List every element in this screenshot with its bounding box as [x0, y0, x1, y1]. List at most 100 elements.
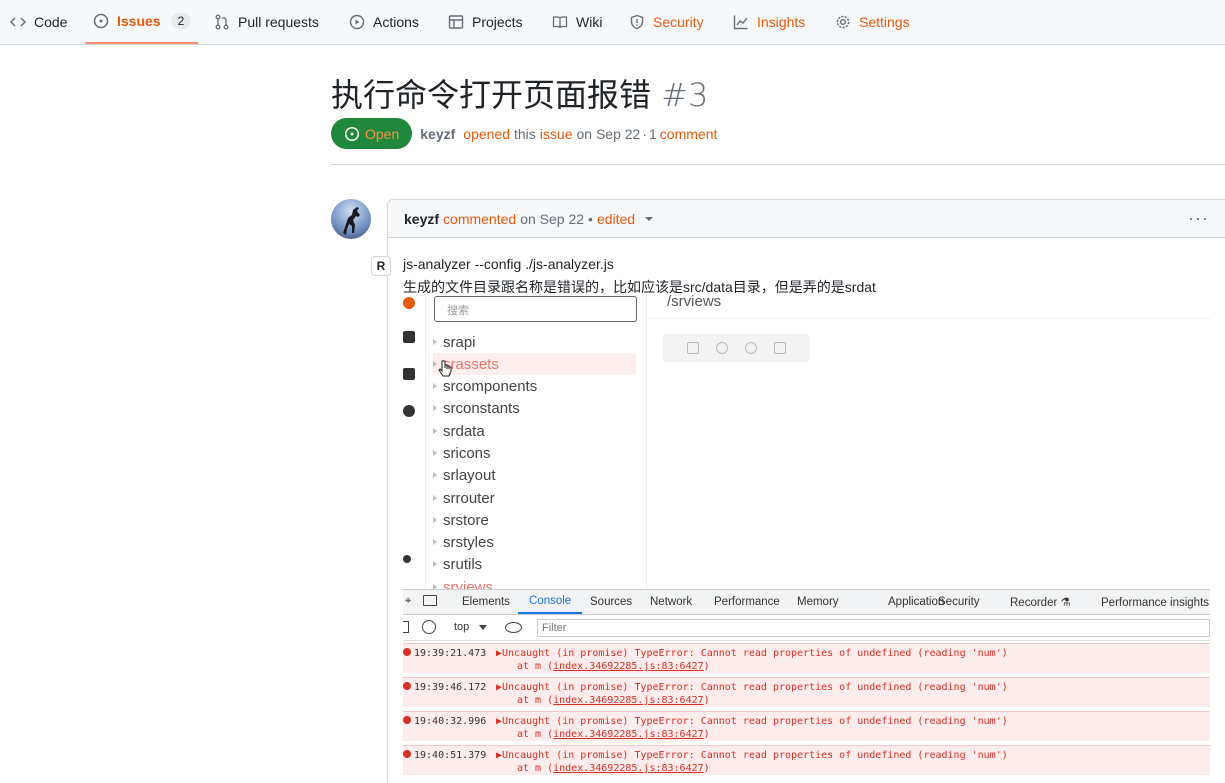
refresh-icon[interactable]: [744, 342, 757, 354]
tree-item-label: srconstants: [443, 399, 520, 417]
share-icon[interactable]: [716, 342, 729, 354]
devtools-tab[interactable]: Application: [888, 590, 944, 614]
tree-item[interactable]: srutils: [433, 553, 636, 575]
tab-wiki[interactable]: Wiki: [552, 0, 602, 44]
source-link[interactable]: index.34692285.js:83:6427: [553, 729, 704, 740]
tree-item[interactable]: srassets: [433, 353, 636, 375]
console-log-entry[interactable]: 19:40:51.379 ▶Uncaught (in promise) Type…: [403, 745, 1210, 775]
source-link[interactable]: index.34692285.js:83:6427: [553, 763, 704, 774]
caret-right-icon: [433, 339, 437, 345]
tab-actions-label: Actions: [373, 14, 419, 30]
tab-insights-label: Insights: [757, 14, 806, 30]
context-select[interactable]: top: [454, 621, 469, 633]
tab-security[interactable]: Security: [629, 0, 704, 44]
comment-author[interactable]: keyzf: [404, 211, 439, 227]
image-icon[interactable]: [687, 342, 700, 354]
caret-right-icon: [433, 450, 437, 456]
avatar[interactable]: [331, 199, 371, 239]
caret-right-icon: [433, 361, 437, 367]
chevron-down-icon[interactable]: [479, 625, 487, 630]
stack-suffix: ): [703, 763, 710, 774]
devtools-tab[interactable]: Performance insights ⚗: [1101, 590, 1210, 614]
tab-projects[interactable]: Projects: [448, 0, 523, 44]
tab-settings[interactable]: Settings: [835, 0, 910, 44]
devtools-tab[interactable]: Sources: [590, 590, 632, 614]
embedded-screenshot[interactable]: 搜索 srapi srassets srcomponents srconstan…: [403, 293, 1210, 783]
source-link[interactable]: index.34692285.js:83:6427: [553, 695, 704, 706]
state-label: Open: [365, 125, 400, 142]
tree-item[interactable]: srcomponents: [433, 375, 636, 397]
console-log-entry[interactable]: 19:39:46.172 ▶Uncaught (in promise) Type…: [403, 677, 1210, 707]
caret-right-icon: [433, 472, 437, 478]
tree-item[interactable]: srconstants: [433, 397, 636, 419]
log-timestamp: 19:40:51.379: [414, 750, 487, 761]
inspect-icon[interactable]: ⌖: [405, 595, 411, 608]
tab-issues-label: Issues: [117, 13, 161, 29]
tab-actions[interactable]: Actions: [349, 0, 419, 44]
caret-right-icon: [433, 495, 437, 501]
clear-console-icon[interactable]: [422, 620, 436, 634]
devtools-tab[interactable]: Security: [938, 590, 980, 614]
issue-opened-icon: [93, 13, 109, 29]
horse-avatar-icon: [343, 207, 360, 235]
console-filter-input[interactable]: Filter: [537, 619, 1210, 637]
tab-insights[interactable]: Insights: [733, 0, 805, 44]
tree-item-label: srutils: [443, 555, 483, 573]
issue-meta: Open keyzf opened this issue on Sep 22 ·…: [331, 118, 717, 149]
caret-right-icon: [433, 517, 437, 523]
sidebar-toggle-icon[interactable]: [403, 621, 409, 633]
stack-prefix: at m (: [517, 661, 554, 672]
kebab-menu-icon[interactable]: ···: [1188, 208, 1209, 229]
tree-item[interactable]: srapi: [433, 331, 636, 353]
issue-link[interactable]: issue: [540, 126, 573, 142]
devtools-tab[interactable]: Memory: [797, 590, 839, 614]
tree-item[interactable]: srlayout: [433, 464, 636, 486]
error-icon: [403, 750, 411, 758]
caret-right-icon: [433, 405, 437, 411]
device-toolbar-icon[interactable]: [423, 595, 437, 606]
this-text: this: [514, 125, 536, 142]
tab-issues[interactable]: Issues 2: [85, 0, 198, 44]
log-stack: at m (index.34692285.js:83:6427): [517, 661, 710, 672]
edited-dropdown[interactable]: edited: [597, 211, 635, 227]
devtools-tab[interactable]: Console: [518, 590, 583, 614]
devtools-tab[interactable]: Recorder ⚗: [1010, 590, 1071, 614]
comment-header: keyzf commented on Sep 22 • edited: [388, 200, 1225, 238]
eye-icon[interactable]: [505, 622, 522, 633]
renderer-badge: R: [371, 256, 391, 276]
console-log-entry[interactable]: 19:40:32.996 ▶Uncaught (in promise) Type…: [403, 711, 1210, 741]
console-log-entry[interactable]: 19:39:21.473 ▶Uncaught (in promise) Type…: [403, 643, 1210, 673]
log-message: ▶Uncaught (in promise) TypeError: Cannot…: [496, 716, 1008, 727]
logo-icon: [403, 297, 415, 309]
opened-link[interactable]: opened: [463, 126, 510, 142]
tab-code-label: Code: [34, 14, 68, 30]
tree-item-label: srapi: [443, 333, 476, 351]
issue-author[interactable]: keyzf: [420, 126, 455, 142]
app-side-strip: [403, 293, 425, 589]
comment-link[interactable]: comment: [660, 126, 718, 142]
source-link[interactable]: index.34692285.js:83:6427: [553, 661, 704, 672]
tree-item[interactable]: srdata: [433, 420, 636, 442]
commented-link[interactable]: commented: [443, 211, 516, 227]
tree-item-label: srstore: [443, 511, 489, 529]
devtools-tab[interactable]: Network: [650, 590, 692, 614]
tree-search-input[interactable]: 搜索: [434, 296, 637, 322]
grid-icon[interactable]: [773, 342, 786, 354]
tree-item[interactable]: srstyles: [433, 531, 636, 553]
content-path: /srviews: [667, 293, 722, 310]
tab-pull-requests[interactable]: Pull requests: [214, 0, 319, 44]
state-badge: Open: [331, 118, 413, 149]
tab-code[interactable]: Code: [10, 0, 67, 44]
tree-item[interactable]: srrouter: [433, 487, 636, 509]
issue-title-text: 执行命令打开页面报错: [331, 76, 652, 114]
circle-icon: [403, 405, 415, 417]
chevron-down-icon[interactable]: [645, 216, 654, 221]
log-stack: at m (index.34692285.js:83:6427): [517, 729, 710, 740]
tree-item[interactable]: srstore: [433, 509, 636, 531]
tab-security-label: Security: [653, 14, 704, 30]
devtools-tab[interactable]: Performance: [714, 590, 780, 614]
comment-bullet: •: [588, 210, 593, 227]
tree-item[interactable]: sricons: [433, 442, 636, 464]
devtools-tab[interactable]: Elements: [462, 590, 510, 614]
log-timestamp: 19:40:32.996: [414, 716, 487, 727]
